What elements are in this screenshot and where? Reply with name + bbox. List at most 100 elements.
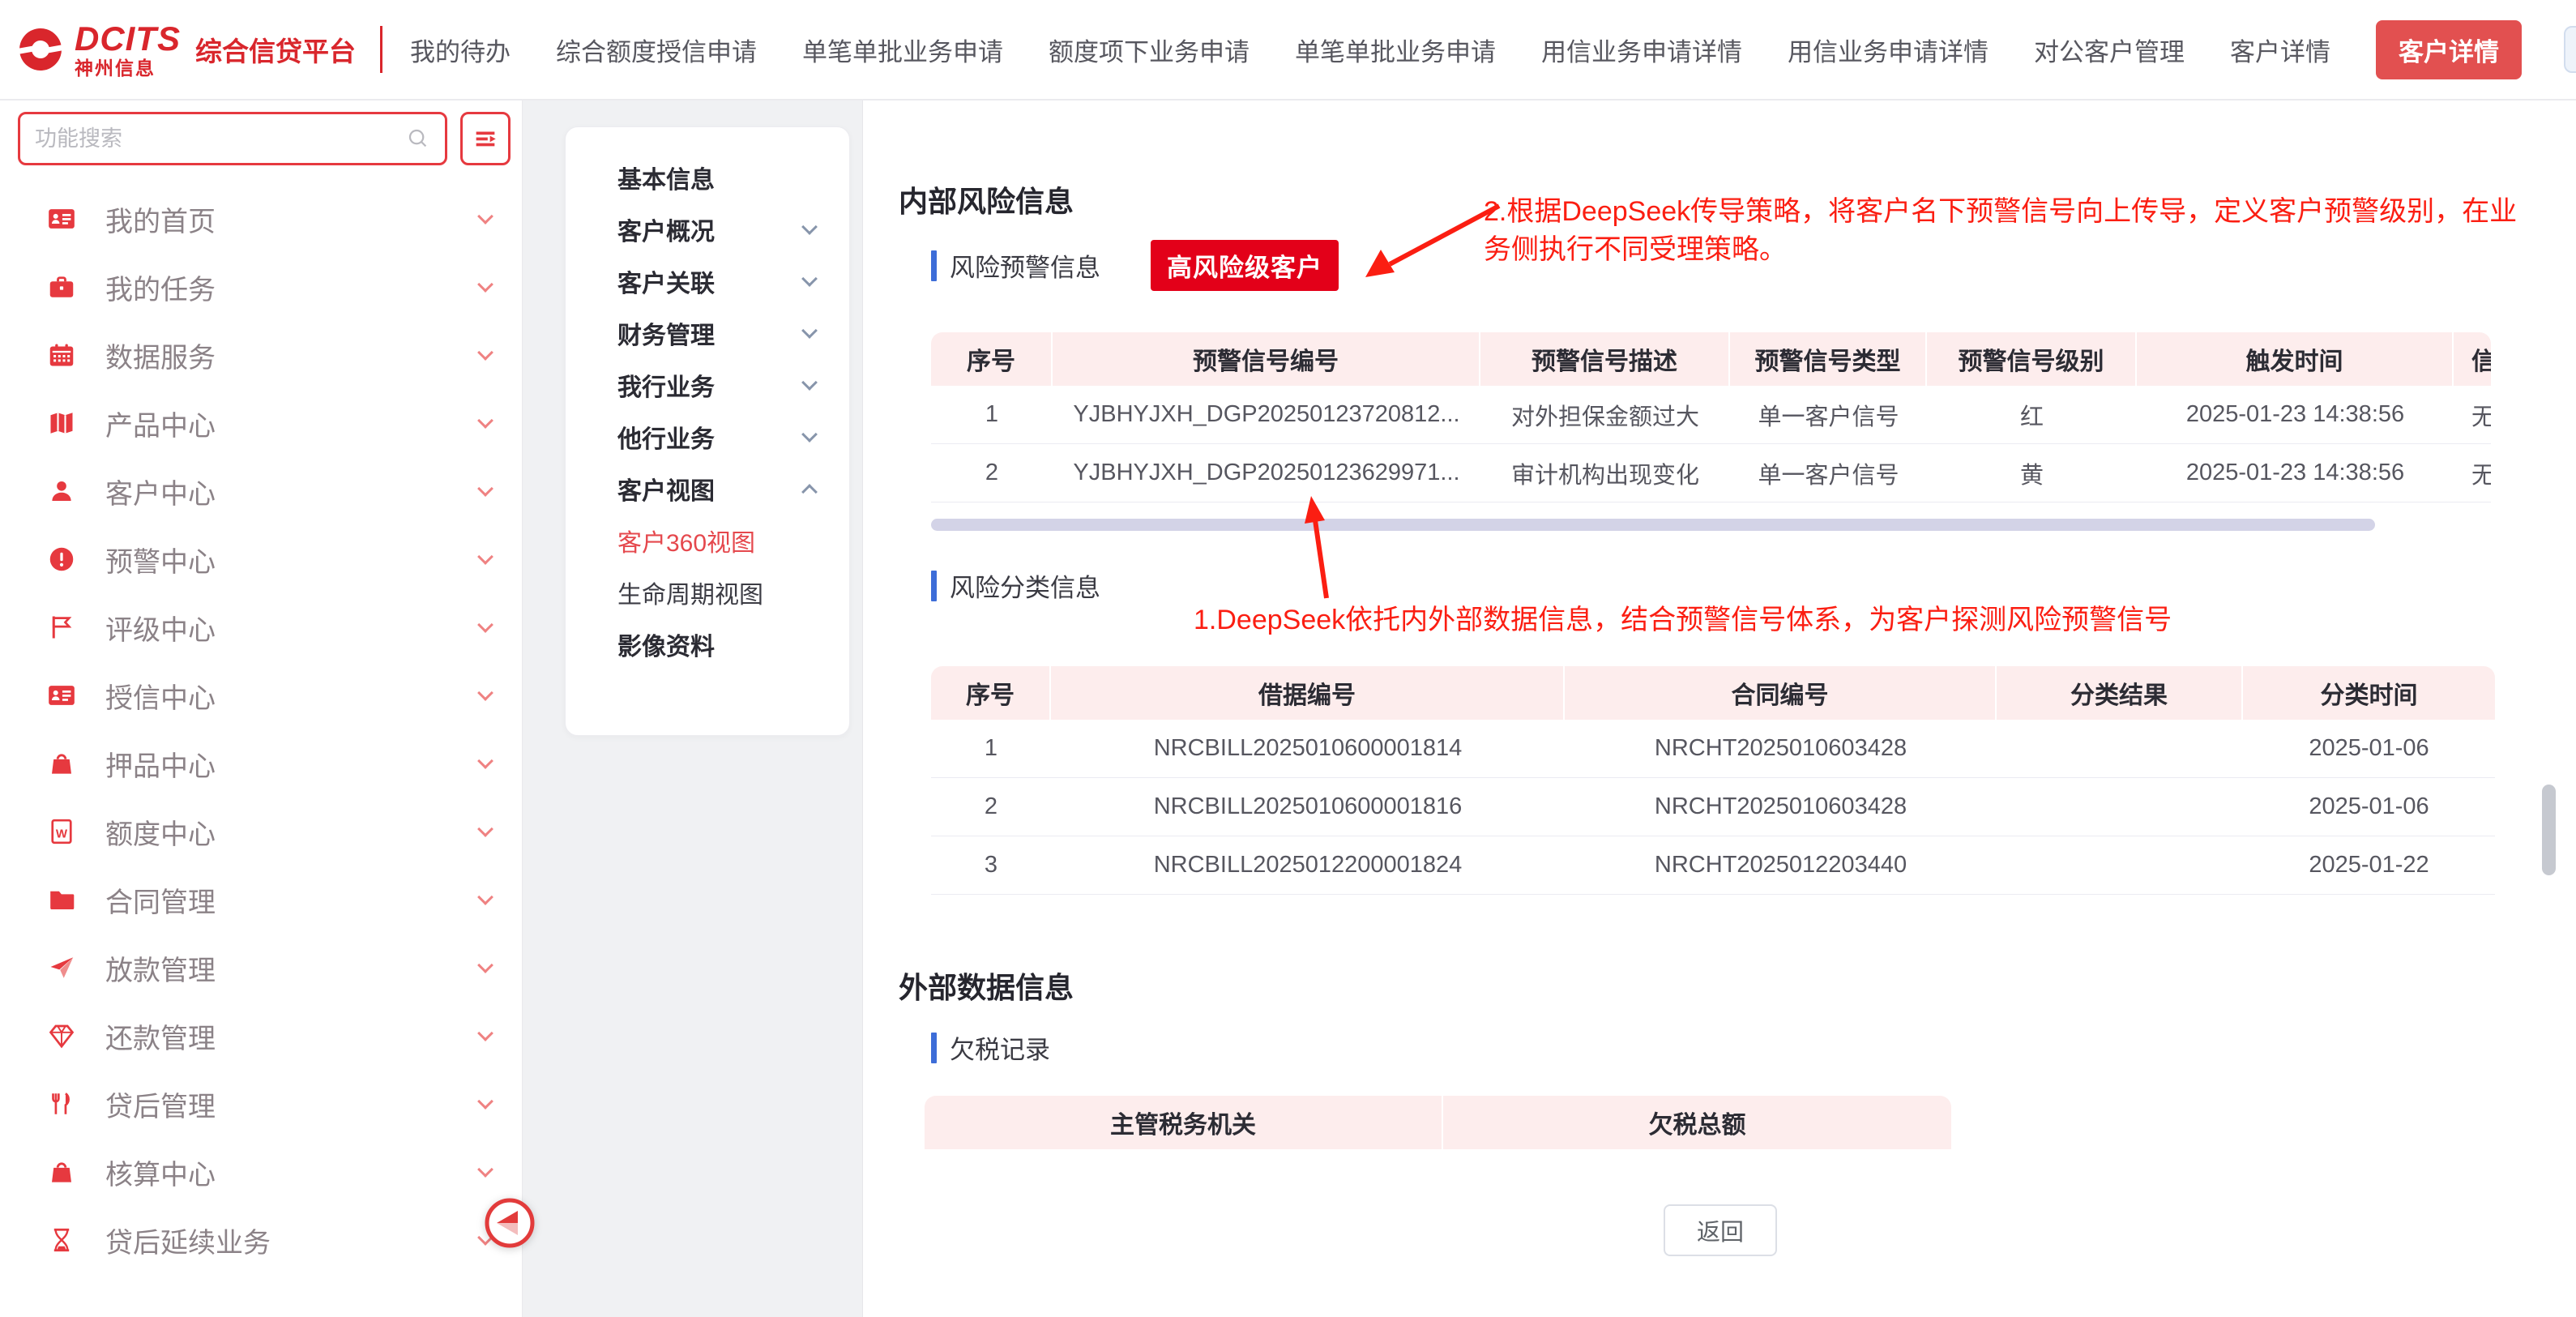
sidebar-item-label: 还款管理	[105, 1016, 480, 1056]
bag-icon	[45, 747, 78, 780]
sidebar-item-repayment-mgmt[interactable]: 还款管理	[0, 1002, 522, 1070]
table-row: 3 NRCBILL2025012200001824 NRCHT202501220…	[931, 836, 2495, 895]
function-search-box	[18, 112, 447, 165]
sidebar-item-label: 客户中心	[105, 472, 480, 511]
sidebar-item-credit-center[interactable]: 授信中心	[0, 661, 522, 729]
back-button[interactable]: 返回	[1664, 1204, 1777, 1256]
chevron-down-icon	[477, 344, 493, 361]
subnav-item-customer-view[interactable]: 客户视图	[617, 463, 815, 515]
sidebar-menu: 我的首页 我的任务 数据服务 产品中心 客户中心 预警中心	[0, 185, 522, 1274]
horizontal-scrollbar[interactable]	[931, 519, 2375, 531]
chevron-down-icon	[477, 753, 493, 769]
sidebar-item-data-service[interactable]: 数据服务	[0, 321, 522, 389]
table-row: 1 NRCBILL2025010600001814 NRCHT202501060…	[931, 720, 2495, 778]
search-icon	[406, 126, 430, 151]
chevron-down-icon	[477, 1025, 493, 1041]
calendar-icon	[45, 339, 78, 371]
tab-overflow-dropdown[interactable]	[2564, 26, 2576, 73]
sidebar-item-label: 贷后管理	[105, 1084, 480, 1124]
chevron-down-icon	[477, 1093, 493, 1110]
subnav-item-customer-relation[interactable]: 客户关联	[617, 255, 815, 307]
risk-class-table: 序号 借据编号 合同编号 分类结果 分类时间 1 NRCBILL20250106…	[931, 666, 2495, 895]
utensils-icon	[45, 1088, 78, 1120]
top-bar: DCITS 神州信息 综合信贷平台 我的待办 综合额度授信申请 单笔单批业务申请…	[0, 0, 2576, 100]
sidebar-item-accounting-center[interactable]: 核算中心	[0, 1138, 522, 1206]
nav-tab-customer-detail-active[interactable]: 客户详情	[2376, 20, 2522, 79]
nav-tab-under-limit[interactable]: 额度项下业务申请	[1049, 32, 1250, 68]
external-data-title: 外部数据信息	[899, 964, 1074, 1007]
nav-tab-single-batch-2[interactable]: 单笔单批业务申请	[1295, 32, 1496, 68]
sidebar-item-tasks[interactable]: 我的任务	[0, 253, 522, 321]
subnav-item-customer-360-view[interactable]: 客户360视图	[617, 515, 815, 567]
customer-360-content: 内部风险信息 风险预警信息 高风险级客户 2.根据DeepSeek传导策略，将客…	[862, 100, 2576, 1317]
svg-text:W: W	[56, 827, 68, 841]
sidebar-item-label: 产品中心	[105, 404, 480, 443]
search-input[interactable]	[35, 126, 406, 152]
sidebar-item-disbursement-mgmt[interactable]: 放款管理	[0, 934, 522, 1002]
chevron-down-icon	[477, 549, 493, 565]
chevron-down-icon	[477, 685, 493, 701]
nav-tab-corp-customer[interactable]: 对公客户管理	[2034, 32, 2185, 68]
sidebar-item-label: 数据服务	[105, 336, 480, 375]
table-row: 2 YJBHYJXH_DGP20250123629971... 审计机构出现变化…	[931, 444, 2491, 502]
tax-record-table: 主管税务机关 欠税总额	[925, 1096, 1951, 1149]
chevron-down-icon	[801, 219, 818, 235]
risk-class-section-header: 风险分类信息	[931, 567, 1100, 604]
sidebar-collapse-button[interactable]	[483, 1196, 536, 1250]
sidebar-item-loan-continuation[interactable]: 贷后延续业务	[0, 1206, 522, 1274]
nav-tab-credit-apply[interactable]: 综合额度授信申请	[556, 32, 757, 68]
nav-tab-loan-detail-2[interactable]: 用信业务申请详情	[1788, 32, 1989, 68]
high-risk-customer-badge: 高风险级客户	[1151, 240, 1339, 291]
brand-subname: 神州信息	[75, 59, 181, 78]
sidebar-item-label: 放款管理	[105, 948, 480, 988]
annotation-arrow-to-badge	[1341, 198, 1515, 295]
subnav-item-customer-overview[interactable]: 客户概况	[617, 203, 815, 255]
vertical-scrollbar[interactable]	[2542, 785, 2556, 875]
nav-tab-loan-detail-1[interactable]: 用信业务申请详情	[1541, 32, 1742, 68]
menu-lines-icon	[472, 125, 499, 152]
risk-class-label: 风险分类信息	[950, 567, 1100, 604]
chevron-down-icon	[477, 481, 493, 497]
tax-record-section-header: 欠税记录	[931, 1029, 1050, 1066]
nav-tab-single-batch-1[interactable]: 单笔单批业务申请	[802, 32, 1003, 68]
diamond-icon	[45, 1020, 78, 1052]
alert-icon	[45, 543, 78, 575]
chevron-down-icon	[477, 276, 493, 293]
sidebar-item-contract-mgmt[interactable]: 合同管理	[0, 866, 522, 934]
sidebar-item-product-center[interactable]: 产品中心	[0, 389, 522, 457]
nav-tab-my-todo[interactable]: 我的待办	[410, 32, 511, 68]
menu-collapse-button[interactable]	[460, 112, 511, 165]
sidebar-item-label: 核算中心	[105, 1152, 480, 1192]
map-icon	[45, 407, 78, 439]
annotation-arrow-to-row	[1297, 491, 1354, 605]
sidebar-item-collateral-center[interactable]: 押品中心	[0, 729, 522, 797]
subnav-item-lifecycle-view[interactable]: 生命周期视图	[617, 567, 815, 618]
sidebar-item-limit-center[interactable]: W 额度中心	[0, 797, 522, 866]
sidebar-item-home[interactable]: 我的首页	[0, 185, 522, 253]
nav-tab-customer-detail[interactable]: 客户详情	[2230, 32, 2330, 68]
table-header-row: 序号 预警信号编号 预警信号描述 预警信号类型 预警信号级别 触发时间 信	[931, 332, 2491, 386]
table-header-row: 序号 借据编号 合同编号 分类结果 分类时间	[931, 666, 2495, 720]
paper-plane-icon	[45, 951, 78, 984]
subnav-item-our-bank-business[interactable]: 我行业务	[617, 359, 815, 411]
subnav-item-other-bank-business[interactable]: 他行业务	[617, 411, 815, 463]
user-icon	[45, 475, 78, 507]
sidebar-item-rating-center[interactable]: 评级中心	[0, 593, 522, 661]
table-row: 2 NRCBILL2025010600001816 NRCHT202501060…	[931, 778, 2495, 836]
sidebar-item-post-loan-mgmt[interactable]: 贷后管理	[0, 1070, 522, 1138]
product-name: 综合信贷平台	[195, 30, 356, 69]
app-logo: DCITS 神州信息 综合信贷平台	[16, 22, 410, 78]
sidebar-item-warning-center[interactable]: 预警中心	[0, 525, 522, 593]
chevron-up-icon	[801, 484, 818, 500]
subnav-item-finance-mgmt[interactable]: 财务管理	[617, 307, 815, 359]
table-row: 1 YJBHYJXH_DGP20250123720812... 对外担保金额过大…	[931, 386, 2491, 444]
internal-risk-title: 内部风险信息	[899, 178, 1074, 220]
section-bar	[931, 250, 937, 281]
subnav-item-basic-info[interactable]: 基本信息	[617, 152, 815, 203]
risk-warning-label: 风险预警信息	[950, 247, 1100, 284]
subnav-item-image-files[interactable]: 影像资料	[617, 618, 815, 670]
tax-record-label: 欠税记录	[950, 1029, 1050, 1066]
sidebar-item-customer-center[interactable]: 客户中心	[0, 457, 522, 525]
section-bar	[931, 571, 937, 601]
sidebar-item-label: 合同管理	[105, 880, 480, 920]
